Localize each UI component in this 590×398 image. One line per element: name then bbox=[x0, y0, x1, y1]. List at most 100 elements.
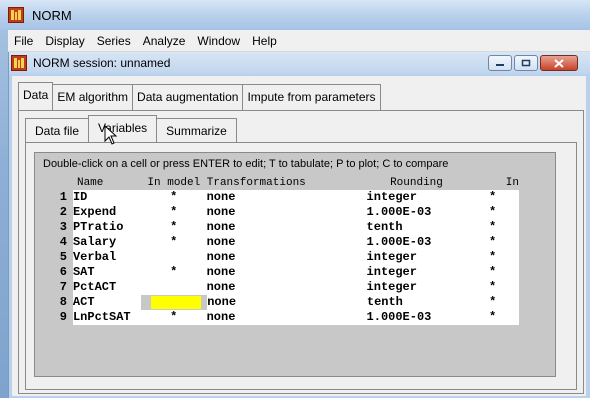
cell-transformation[interactable]: none bbox=[206, 310, 367, 325]
cell-in-model[interactable]: * bbox=[140, 205, 207, 220]
cell-transformation[interactable]: none bbox=[206, 280, 367, 295]
cell-transformation[interactable]: none bbox=[206, 250, 367, 265]
row-number: 9 bbox=[59, 310, 67, 324]
row-number: 3 bbox=[59, 220, 67, 234]
window-controls bbox=[488, 55, 578, 71]
cell-in-imp[interactable]: * bbox=[466, 280, 519, 295]
table-row[interactable]: 8 ACT none tenth * bbox=[35, 295, 519, 310]
cell-in-imp[interactable]: * bbox=[466, 190, 519, 205]
cell-in-model[interactable] bbox=[140, 250, 207, 265]
table-row[interactable]: 9 LnPctSAT * none 1.000E-03 * bbox=[35, 310, 519, 325]
grid-instructions: Double-click on a cell or press ENTER to… bbox=[43, 158, 449, 170]
cell-in-model[interactable]: * bbox=[140, 265, 207, 280]
table-row[interactable]: 5 Verbal none integer * bbox=[35, 250, 519, 265]
restore-button[interactable] bbox=[514, 55, 538, 71]
cell-in-model[interactable]: * bbox=[140, 190, 207, 205]
cell-name[interactable]: SAT bbox=[72, 265, 141, 280]
row-number: 5 bbox=[59, 250, 67, 264]
cell-name[interactable]: Expend bbox=[72, 205, 141, 220]
cell-in-imp[interactable]: * bbox=[466, 310, 519, 325]
row-number: 1 bbox=[59, 190, 67, 204]
cell-rounding[interactable]: integer bbox=[366, 190, 467, 205]
table-row[interactable]: 1 ID * none integer * bbox=[35, 190, 519, 205]
table-row[interactable]: 7 PctACT none integer * bbox=[35, 280, 519, 295]
cell-in-imp[interactable]: * bbox=[466, 220, 519, 235]
cell-in-imp[interactable]: * bbox=[466, 250, 519, 265]
session-title: NORM session: unnamed bbox=[33, 56, 171, 70]
cell-in-imp[interactable]: * bbox=[466, 295, 519, 310]
close-icon bbox=[554, 58, 564, 68]
table-row[interactable]: 3 PTratio * none tenth * bbox=[35, 220, 519, 235]
cell-rounding[interactable]: integer bbox=[366, 250, 467, 265]
cell-rounding[interactable]: 1.000E-03 bbox=[366, 310, 467, 325]
cell-in-model[interactable]: * bbox=[140, 220, 207, 235]
cell-in-model[interactable] bbox=[140, 280, 207, 295]
minimize-button[interactable] bbox=[488, 55, 512, 71]
cell-transformation[interactable]: none bbox=[206, 205, 367, 220]
cell-rounding[interactable]: 1.000E-03 bbox=[366, 235, 467, 250]
variables-grid[interactable]: Name In model Transformations Rounding I… bbox=[35, 177, 519, 325]
header-in-imp: In *.imp bbox=[486, 177, 519, 202]
restore-icon bbox=[521, 59, 531, 67]
header-transformations: Transformations bbox=[206, 177, 306, 189]
cell-name[interactable]: Salary bbox=[72, 235, 141, 250]
cell-rounding[interactable]: integer bbox=[366, 280, 467, 295]
table-row[interactable]: 4 Salary * none 1.000E-03 * bbox=[35, 235, 519, 250]
cell-name[interactable]: LnPctSAT bbox=[72, 310, 141, 325]
cell-name[interactable]: Verbal bbox=[72, 250, 141, 265]
sub-tabs: Data file Variables Summarize bbox=[25, 115, 237, 142]
cell-rounding[interactable]: tenth bbox=[366, 295, 467, 310]
close-button[interactable] bbox=[540, 55, 578, 71]
cell-name[interactable]: PctACT bbox=[72, 280, 141, 295]
row-number: 6 bbox=[59, 265, 67, 279]
mouse-cursor-icon bbox=[104, 125, 118, 145]
tab-summarize[interactable]: Summarize bbox=[156, 118, 237, 142]
menu-analyze[interactable]: Analyze bbox=[137, 30, 192, 52]
cell-in-model[interactable] bbox=[150, 296, 202, 309]
row-number: 7 bbox=[59, 280, 67, 294]
cell-transformation[interactable]: none bbox=[206, 235, 367, 250]
row-number: 2 bbox=[59, 205, 67, 219]
app-title: NORM bbox=[32, 7, 72, 23]
tab-data-file[interactable]: Data file bbox=[25, 118, 90, 142]
tab-data-augmentation[interactable]: Data augmentation bbox=[132, 84, 244, 110]
row-number: 4 bbox=[59, 235, 67, 249]
app-title-bar: NORM bbox=[0, 0, 590, 30]
menu-display[interactable]: Display bbox=[39, 30, 90, 52]
cell-name[interactable]: PTratio bbox=[72, 220, 141, 235]
cell-rounding[interactable]: 1.000E-03 bbox=[366, 205, 467, 220]
cell-in-imp[interactable]: * bbox=[466, 205, 519, 220]
table-row[interactable]: 6 SAT * none integer * bbox=[35, 265, 519, 280]
menu-file[interactable]: File bbox=[8, 30, 39, 52]
cell-in-imp[interactable]: * bbox=[466, 265, 519, 280]
cell-transformation[interactable]: none bbox=[206, 220, 367, 235]
cell-transformation[interactable]: none bbox=[206, 190, 367, 205]
variables-grid-box: Double-click on a cell or press ENTER to… bbox=[34, 152, 556, 377]
row-number: 8 bbox=[59, 295, 67, 309]
minimize-icon bbox=[496, 64, 504, 66]
main-tabs: Data EM algorithm Data augmentation Impu… bbox=[18, 82, 381, 111]
menu-bar: File Display Series Analyze Window Help bbox=[8, 30, 590, 52]
grid-header: Name In model Transformations Rounding I… bbox=[35, 177, 519, 202]
app-icon bbox=[8, 7, 24, 23]
cell-in-model[interactable]: * bbox=[140, 310, 207, 325]
header-rounding: Rounding bbox=[390, 177, 443, 189]
menu-series[interactable]: Series bbox=[91, 30, 137, 52]
cell-rounding[interactable]: tenth bbox=[366, 220, 467, 235]
cell-transformation[interactable]: none bbox=[207, 295, 367, 310]
tab-em-algorithm[interactable]: EM algorithm bbox=[52, 84, 134, 110]
tab-data[interactable]: Data bbox=[18, 82, 54, 111]
cell-rounding[interactable]: integer bbox=[366, 265, 467, 280]
tab-variables[interactable]: Variables bbox=[88, 115, 158, 142]
session-icon bbox=[11, 55, 27, 71]
header-in-model: In model bbox=[147, 177, 201, 189]
cell-in-imp[interactable]: * bbox=[466, 235, 519, 250]
cell-name[interactable]: ACT bbox=[72, 295, 141, 310]
menu-window[interactable]: Window bbox=[191, 30, 246, 52]
tab-impute-from-parameters[interactable]: Impute from parameters bbox=[242, 84, 381, 110]
menu-help[interactable]: Help bbox=[246, 30, 283, 52]
cell-name[interactable]: ID bbox=[72, 190, 141, 205]
cell-in-model[interactable]: * bbox=[140, 235, 207, 250]
cell-transformation[interactable]: none bbox=[206, 265, 367, 280]
table-row[interactable]: 2 Expend * none 1.000E-03 * bbox=[35, 205, 519, 220]
